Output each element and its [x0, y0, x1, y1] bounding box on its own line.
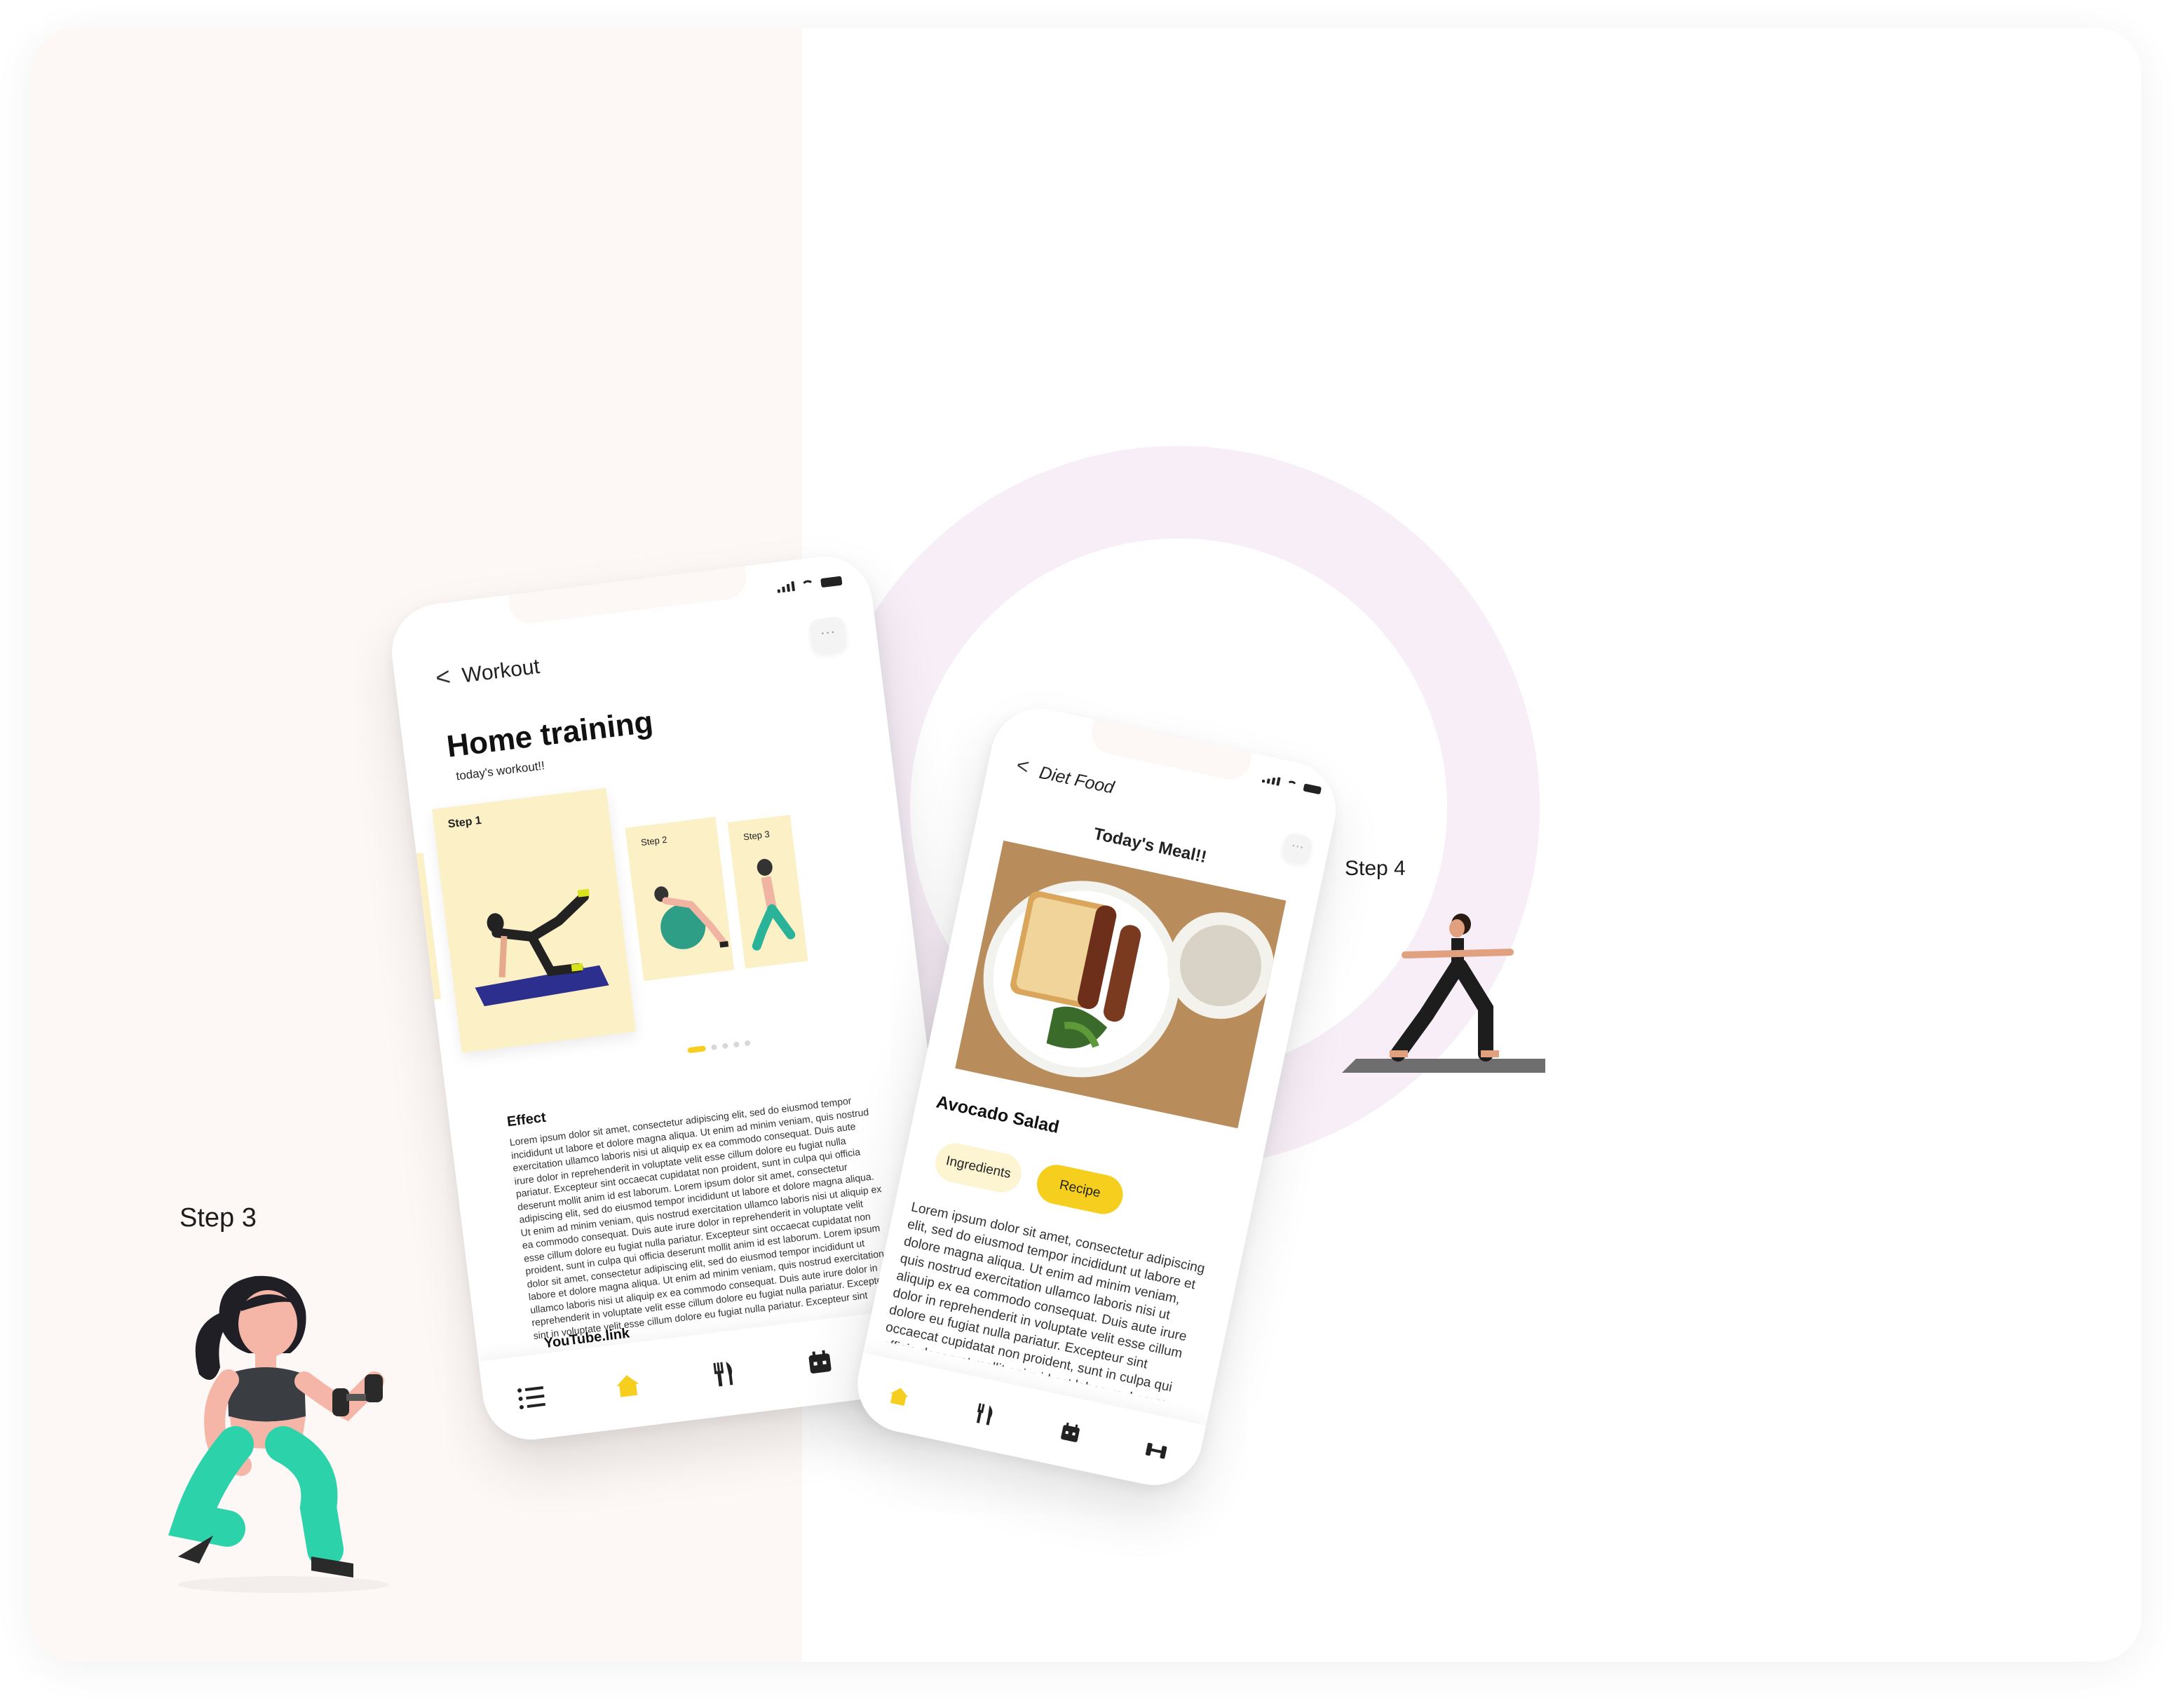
meal-illustration	[955, 840, 1287, 1129]
recipe-tab[interactable]: Recipe	[1033, 1161, 1127, 1218]
step4-yoga-woman-illustration	[1342, 914, 1545, 1073]
card-label: Step 1	[447, 814, 482, 831]
fork-knife-icon[interactable]	[702, 1352, 745, 1395]
card-label: Step 2	[640, 834, 668, 848]
signal-icon	[1261, 774, 1281, 786]
card-label: Step 3	[742, 828, 771, 843]
carousel-card-step1[interactable]: Step 1	[432, 787, 636, 1053]
page-dot[interactable]	[711, 1044, 717, 1051]
calendar-icon[interactable]	[1047, 1409, 1093, 1456]
lunge-figure	[752, 858, 796, 951]
page-dot[interactable]	[733, 1041, 740, 1048]
ball-exercise-figure	[654, 886, 729, 949]
back-button[interactable]: <	[1015, 754, 1031, 780]
dumbbell-icon[interactable]	[1132, 1428, 1179, 1474]
effect-heading: Effect	[506, 1109, 547, 1130]
list-icon[interactable]	[510, 1376, 553, 1419]
carousel-pagination[interactable]	[687, 1040, 751, 1054]
dish-name: Avocado Salad	[934, 1092, 1062, 1137]
status-bar	[777, 576, 843, 593]
carousel-card-step2[interactable]: Step 2	[625, 816, 735, 982]
carousel-card-step3[interactable]: Step 3	[727, 814, 808, 969]
signal-icon	[777, 581, 796, 593]
effect-text: Lorem ipsum dolor sit amet, consectetur …	[508, 1094, 892, 1341]
nav-title: Workout	[461, 655, 541, 688]
step3-label: Step 3	[179, 1203, 257, 1233]
step3-dumbbell-woman-illustration	[168, 1275, 388, 1593]
home-icon[interactable]	[876, 1373, 922, 1419]
page-dot[interactable]	[744, 1040, 751, 1047]
nav-title: Diet Food	[1037, 762, 1116, 798]
more-button[interactable]: ···	[1280, 832, 1314, 865]
ingredients-tab[interactable]: Ingredients	[931, 1139, 1025, 1196]
meal-photo	[955, 840, 1287, 1129]
kneeling-kickback-figure	[475, 888, 609, 1007]
workout-carousel[interactable]: Step 1 Step 2 Step 3	[395, 753, 922, 1062]
back-button[interactable]: <	[434, 662, 452, 693]
step4-label: Step 4	[1345, 857, 1406, 880]
wifi-icon	[801, 579, 815, 590]
fork-knife-icon[interactable]	[961, 1391, 1008, 1437]
page-subtitle: today's workout!!	[455, 759, 545, 783]
page-dot-active[interactable]	[687, 1045, 707, 1054]
canvas: Step 3 Step 4 < Workout ··· Home trainin…	[31, 28, 2141, 1662]
home-icon[interactable]	[606, 1364, 649, 1407]
battery-icon	[820, 576, 843, 588]
page-dot[interactable]	[721, 1043, 728, 1050]
wifi-icon	[1286, 780, 1298, 789]
more-button[interactable]: ···	[808, 616, 848, 656]
status-bar	[1261, 774, 1322, 794]
page-title: Home training	[445, 705, 656, 764]
calendar-icon[interactable]	[798, 1340, 841, 1383]
battery-icon	[1303, 782, 1322, 794]
